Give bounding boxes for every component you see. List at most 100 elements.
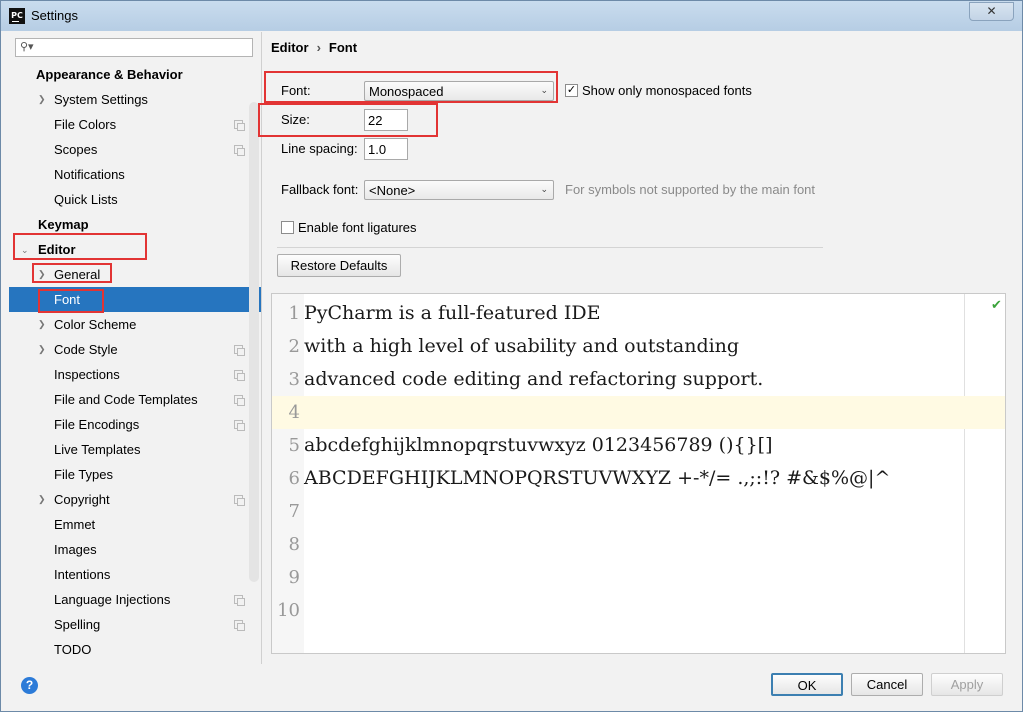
chevron-right-icon[interactable]: ❯ (38, 312, 46, 337)
chevron-right-icon[interactable]: ❯ (38, 87, 46, 112)
sidebar-item-general[interactable]: ❯ General (9, 262, 261, 287)
sidebar-item-scopes[interactable]: Scopes (9, 137, 261, 162)
close-window-button[interactable]: ✕ (969, 2, 1014, 21)
chevron-down-icon: ⌄ (540, 184, 548, 194)
sidebar-item-todo[interactable]: TODO (9, 637, 261, 662)
cancel-button[interactable]: Cancel (851, 673, 923, 696)
title-bar: PC Settings ✕ (1, 1, 1022, 31)
sidebar-item-label: Language Injections (54, 592, 171, 607)
project-scope-icon (234, 595, 245, 606)
sidebar-item-label: Code Style (54, 342, 118, 357)
sidebar-item-label: Color Scheme (54, 317, 137, 332)
code-line: 5 abcdefghijklmnopqrstuvwxyz 0123456789 (… (272, 429, 1005, 462)
sidebar-item-notifications[interactable]: Notifications (9, 162, 261, 187)
fallback-font-dropdown[interactable]: <None> ⌄ (364, 180, 554, 200)
sidebar-item-label: Inspections (54, 367, 120, 382)
code-text: with a high level of usability and outst… (304, 335, 740, 357)
sidebar-item-inspections[interactable]: Inspections (9, 362, 261, 387)
sidebar-item-font[interactable]: Font (9, 287, 261, 312)
sidebar-item-images[interactable]: Images (9, 537, 261, 562)
app-icon-text: PC (11, 11, 23, 20)
breadcrumb-parent: Editor (271, 40, 309, 55)
sidebar-item-system-settings[interactable]: ❯ System Settings (9, 87, 261, 112)
project-scope-icon (234, 420, 245, 431)
sidebar-item-label: File and Code Templates (54, 392, 198, 407)
sidebar-item-label: Keymap (38, 217, 89, 232)
sidebar-item-file-types[interactable]: File Types (9, 462, 261, 487)
chevron-right-icon[interactable]: ❯ (38, 262, 46, 287)
search-icon: ⚲▾ (20, 41, 34, 53)
close-icon: ✕ (986, 4, 997, 18)
line-number: 10 (277, 600, 300, 621)
project-scope-icon (234, 145, 245, 156)
project-scope-icon (234, 345, 245, 356)
font-dropdown[interactable]: Monospaced ⌄ (364, 81, 554, 101)
sidebar-item-label: File Colors (54, 117, 117, 132)
code-line: 7 (272, 495, 1005, 528)
size-input[interactable]: 22 (364, 109, 408, 131)
font-preview-editor[interactable]: ✔ 1 PyCharm is a full-featured IDE 2 with … (271, 293, 1006, 654)
sidebar-item-editor[interactable]: ⌄ Editor (9, 237, 261, 262)
sidebar-item-code-style[interactable]: ❯ Code Style (9, 337, 261, 362)
sidebar-item-label: Live Templates (54, 442, 141, 457)
sidebar-item-label: Copyright (54, 492, 110, 507)
chevron-right-icon[interactable]: ❯ (38, 337, 46, 362)
size-label: Size: (281, 112, 310, 127)
sidebar-item-live-templates[interactable]: Live Templates (9, 437, 261, 462)
sidebar-item-label: Quick Lists (54, 192, 118, 207)
sidebar-item-label: File Encodings (54, 417, 140, 432)
apply-button[interactable]: Apply (931, 673, 1003, 696)
line-number: 3 (288, 369, 300, 390)
chevron-right-icon[interactable]: ❯ (38, 487, 46, 512)
restore-defaults-button[interactable]: Restore Defaults (277, 254, 401, 277)
fallback-font-value: <None> (369, 183, 416, 198)
sidebar-item-label: Font (54, 292, 81, 307)
sidebar-item-keymap[interactable]: Keymap (9, 212, 261, 237)
ok-button[interactable]: OK (771, 673, 843, 696)
ligatures-checkbox[interactable] (281, 221, 294, 234)
separator (277, 247, 823, 248)
sidebar-item-color-scheme[interactable]: ❯ Color Scheme (9, 312, 261, 337)
sidebar-item-intentions[interactable]: Intentions (9, 562, 261, 587)
sidebar-item-label: Notifications (54, 167, 125, 182)
size-value: 22 (368, 113, 383, 128)
sidebar-item-language-injections[interactable]: Language Injections (9, 587, 261, 612)
pycharm-app-icon: PC (9, 8, 25, 24)
sidebar-item-appearance-behavior[interactable]: Appearance & Behavior (9, 62, 261, 87)
settings-search-input[interactable]: ⚲▾ (15, 38, 253, 57)
help-icon[interactable]: ? (21, 677, 38, 694)
project-scope-icon (234, 120, 245, 131)
line-number: 6 (288, 468, 300, 489)
sidebar-scrollbar[interactable] (249, 102, 259, 582)
code-text: abcdefghijklmnopqrstuvwxyz 0123456789 ()… (304, 434, 773, 456)
sidebar-item-label: Scopes (54, 142, 98, 157)
splitter[interactable] (261, 32, 262, 664)
ligatures-label: Enable font ligatures (298, 220, 417, 235)
settings-window: PC Settings ✕ ⚲▾ Appearance & Behavior ❯… (0, 0, 1023, 712)
code-line: 6 ABCDEFGHIJKLMNOPQRSTUVWXYZ +-*/= .,;:!?… (272, 462, 1005, 495)
project-scope-icon (234, 395, 245, 406)
sidebar-item-file-colors[interactable]: File Colors (9, 112, 261, 137)
sidebar-item-label: Emmet (54, 517, 96, 532)
sidebar-item-spelling[interactable]: Spelling (9, 612, 261, 637)
fallback-hint: For symbols not supported by the main fo… (565, 182, 816, 197)
line-number: 2 (288, 336, 300, 357)
code-text: advanced code editing and refactoring su… (304, 368, 764, 390)
code-line: 9 (272, 561, 1005, 594)
sidebar-item-file-code-templates[interactable]: File and Code Templates (9, 387, 261, 412)
sidebar-item-emmet[interactable]: Emmet (9, 512, 261, 537)
sidebar-item-copyright[interactable]: ❯ Copyright (9, 487, 261, 512)
sidebar-item-label: Images (54, 542, 97, 557)
chevron-down-icon[interactable]: ⌄ (21, 238, 29, 263)
show-mono-checkbox[interactable]: ✓ (565, 84, 578, 97)
line-number: 8 (288, 534, 300, 555)
code-line: 2 with a high level of usability and outs… (272, 330, 1005, 363)
sidebar-item-file-encodings[interactable]: File Encodings (9, 412, 261, 437)
project-scope-icon (234, 620, 245, 631)
sidebar-item-label: General (54, 267, 101, 282)
code-text: ABCDEFGHIJKLMNOPQRSTUVWXYZ +-*/= .,;:!? … (304, 467, 891, 489)
line-spacing-input[interactable]: 1.0 (364, 138, 408, 160)
sidebar-item-label: Editor (38, 242, 76, 257)
code-line: 1 PyCharm is a full-featured IDE (272, 297, 1005, 330)
sidebar-item-quick-lists[interactable]: Quick Lists (9, 187, 261, 212)
